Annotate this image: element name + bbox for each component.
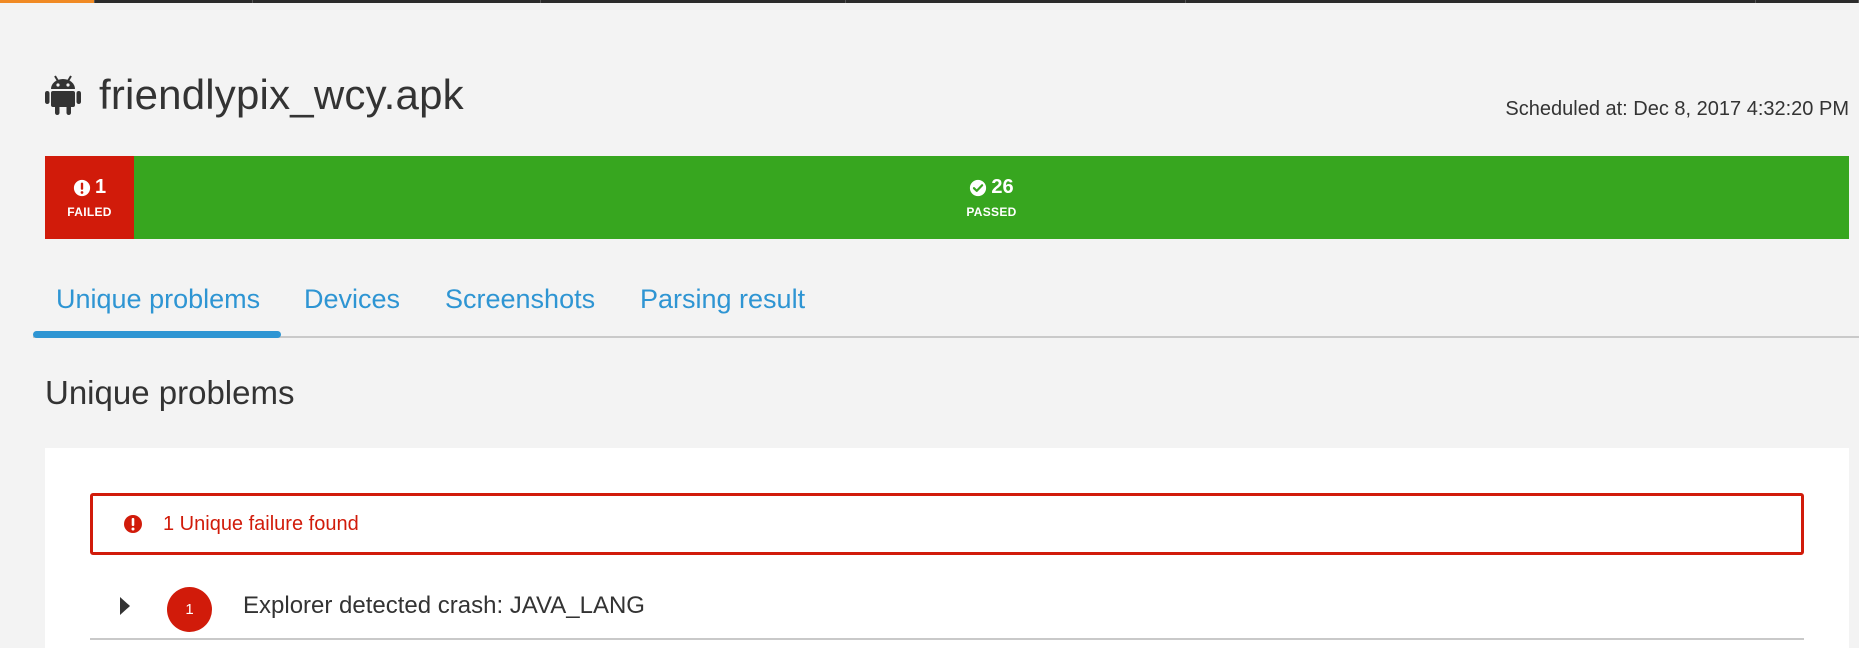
- failed-label: FAILED: [67, 205, 112, 219]
- section-title: Unique problems: [45, 374, 295, 411]
- expand-caret-icon[interactable]: [120, 597, 130, 615]
- passed-count: 26: [991, 176, 1014, 198]
- app-header: friendlypix_wcy.apk: [45, 70, 464, 120]
- top-nav-segment[interactable]: [1756, 0, 1859, 3]
- top-nav-segment[interactable]: [1186, 0, 1756, 3]
- failed-count: 1: [94, 176, 107, 198]
- check-circle-icon: [970, 179, 987, 196]
- android-icon: [45, 75, 81, 115]
- top-nav-segment[interactable]: [846, 0, 1186, 3]
- scheduled-timestamp: Scheduled at: Dec 8, 2017 4:32:20 PM: [1505, 98, 1849, 120]
- exclamation-circle-icon: [73, 179, 91, 196]
- test-summary-bar: 1 FAILED 26 PASSED: [45, 156, 1849, 239]
- problem-count-badge: 1: [167, 586, 212, 632]
- problems-panel: 1 Unique failure found 1 Explorer detect…: [45, 448, 1849, 648]
- alert-text: 1 Unique failure found: [163, 512, 359, 535]
- top-nav-active-indicator[interactable]: [0, 0, 95, 3]
- tab-parsing-result[interactable]: Parsing result: [640, 284, 805, 315]
- problem-title: Explorer detected crash: JAVA_LANG: [243, 592, 645, 619]
- page-title: friendlypix_wcy.apk: [99, 71, 464, 118]
- top-nav-segment[interactable]: [95, 0, 253, 3]
- top-nav-bar: [0, 0, 1859, 3]
- exclamation-circle-icon: [124, 515, 142, 533]
- failed-summary-button[interactable]: 1 FAILED: [45, 156, 134, 239]
- top-nav-segment[interactable]: [253, 0, 541, 3]
- tab-bar: Unique problems Devices Screenshots Pars…: [33, 278, 1859, 338]
- tab-unique-problems[interactable]: Unique problems: [56, 284, 260, 315]
- tab-devices[interactable]: Devices: [304, 284, 400, 315]
- active-tab-indicator: [33, 331, 281, 338]
- failure-alert: 1 Unique failure found: [90, 493, 1804, 555]
- tab-screenshots[interactable]: Screenshots: [445, 284, 595, 315]
- passed-label: PASSED: [966, 205, 1017, 219]
- top-nav-segment[interactable]: [541, 0, 846, 3]
- passed-summary-button[interactable]: 26 PASSED: [134, 156, 1849, 239]
- problem-row[interactable]: 1 Explorer detected crash: JAVA_LANG: [90, 580, 1804, 640]
